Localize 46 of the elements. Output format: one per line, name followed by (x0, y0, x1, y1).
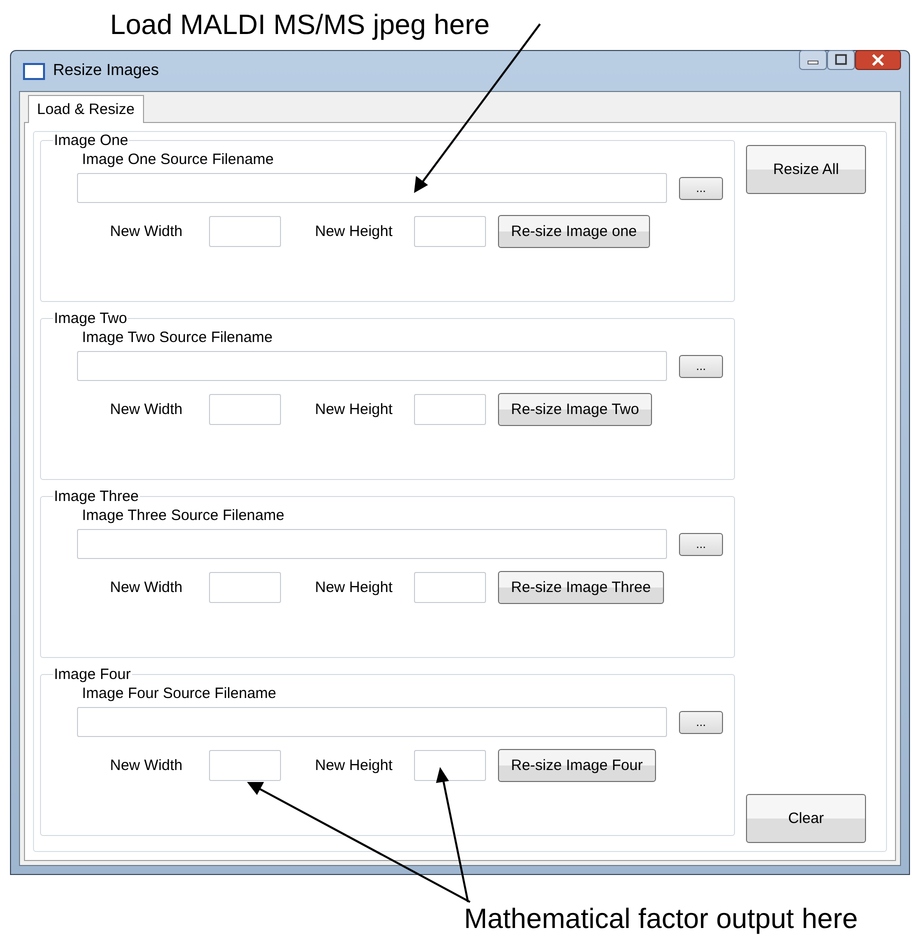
field-label: New Width (110, 579, 184, 596)
height-field[interactable] (414, 394, 486, 425)
height-field[interactable] (414, 572, 486, 603)
width-field[interactable] (209, 216, 281, 247)
filename-field[interactable] (77, 351, 667, 381)
width-field[interactable] (209, 394, 281, 425)
filename-field[interactable] (77, 529, 667, 559)
resize-button[interactable]: Re-size Image one (498, 215, 650, 248)
group-title: Image Three (53, 488, 140, 505)
annotation-text: Load MALDI MS/MS jpeg here (110, 9, 490, 40)
window-title: Resize Images (53, 62, 159, 80)
resize-button[interactable]: Re-size Image Two (498, 393, 652, 426)
height-field[interactable] (414, 750, 486, 781)
maximize-button[interactable] (827, 50, 855, 70)
field-label: New Height (314, 401, 394, 418)
group-title: Image Four (53, 666, 132, 683)
width-field[interactable] (209, 750, 281, 781)
minimize-button[interactable] (799, 50, 827, 70)
field-label: Image Two Source Filename (82, 329, 273, 346)
annotation-text: Mathematical factor output here (464, 903, 858, 934)
field-label: Image Three Source Filename (82, 507, 284, 524)
field-label: New Width (110, 757, 184, 774)
field-label: Image One Source Filename (82, 151, 274, 168)
window-icon (23, 62, 45, 80)
resize-all-button[interactable]: Resize All (746, 145, 866, 194)
browse-button[interactable]: ... (679, 710, 723, 734)
close-button[interactable] (855, 50, 901, 70)
field-label: New Height (314, 757, 394, 774)
field-label: New Width (110, 401, 184, 418)
field-label: New Height (314, 579, 394, 596)
group-title: Image Two (53, 310, 128, 327)
field-label: Image Four Source Filename (82, 685, 276, 702)
field-label: New Height (314, 223, 394, 240)
browse-button[interactable]: ... (679, 532, 723, 556)
group-title: Image One (53, 132, 130, 149)
filename-field[interactable] (77, 707, 667, 737)
filename-field[interactable] (77, 173, 667, 203)
width-field[interactable] (209, 572, 281, 603)
tab[interactable]: Load & Resize (28, 95, 144, 123)
clear-button[interactable]: Clear (746, 794, 866, 843)
field-label: New Width (110, 223, 184, 240)
height-field[interactable] (414, 216, 486, 247)
resize-button[interactable]: Re-size Image Four (498, 749, 656, 782)
browse-button[interactable]: ... (679, 354, 723, 378)
browse-button[interactable]: ... (679, 176, 723, 200)
resize-button[interactable]: Re-size Image Three (498, 571, 664, 604)
